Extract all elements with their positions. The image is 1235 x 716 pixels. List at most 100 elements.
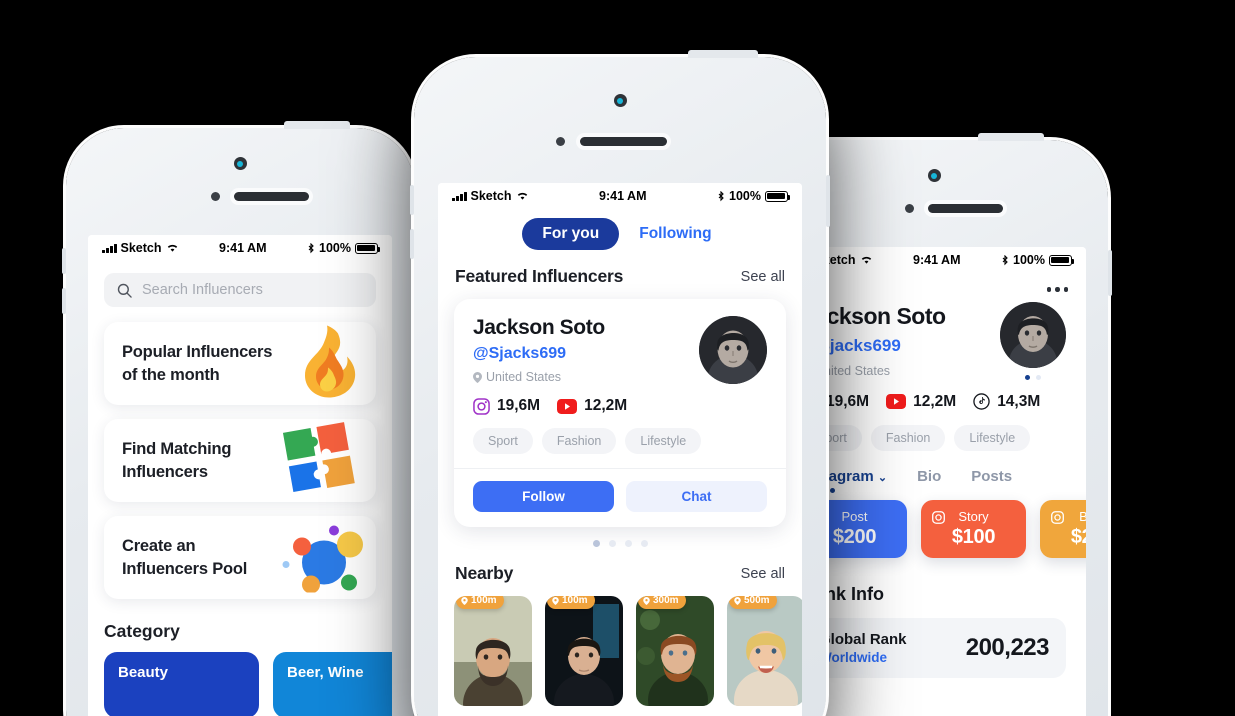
stat-value: 19,6M [826, 392, 870, 410]
bluetooth-icon [1002, 254, 1008, 265]
tag-chip[interactable]: Lifestyle [625, 428, 702, 454]
chat-button[interactable]: Chat [626, 481, 767, 512]
tab-active-dot [830, 487, 835, 493]
tab-following[interactable]: Following [633, 218, 717, 250]
right-profile-stats: 19,6M 12,2M 14,3M [802, 393, 1066, 411]
center-phone-top-button [688, 50, 758, 58]
carousel-dot[interactable] [640, 540, 648, 547]
instagram-icon [1051, 510, 1064, 524]
center-status-bar: Sketch 9:41 AM 100% [438, 183, 802, 209]
category-title: Category [104, 621, 180, 641]
distance-badge: 300m [638, 596, 686, 609]
battery-icon [1048, 254, 1075, 266]
left-phone-screen: Sketch 9:41 AM 100% Search Influencers P… [88, 235, 392, 716]
avatar-pager[interactable] [1000, 374, 1066, 380]
center-phone-speaker-icon [580, 137, 667, 146]
carousel-dot[interactable] [592, 540, 600, 547]
stat-tiktok: 14,3M [973, 393, 1040, 411]
signal-icon [452, 191, 467, 201]
follow-button[interactable]: Follow [473, 481, 614, 512]
tag-chip[interactable]: Fashion [541, 428, 617, 454]
right-phone-camera-icon [927, 169, 941, 182]
signal-icon [102, 243, 117, 253]
bluetooth-icon [718, 190, 724, 201]
wifi-icon [517, 192, 527, 200]
rank-row-global[interactable]: Global Rank Worldwide 200,223 [802, 617, 1066, 678]
nearby-title: Nearby [455, 563, 514, 583]
category-chip-label: Beauty [118, 664, 169, 681]
nearby-card[interactable]: 500m [727, 596, 802, 706]
status-time: 9:41 AM [599, 189, 647, 203]
avatar[interactable] [699, 316, 767, 384]
profile-stats: 19,6M 12,2M [473, 397, 767, 415]
promo-card-matching[interactable]: Find Matching Influencers [104, 419, 376, 502]
stat-youtube: 12,2M [886, 393, 956, 411]
center-phone-camera-icon [613, 94, 627, 107]
tiktok-icon [973, 393, 990, 410]
carousel-dot[interactable] [624, 540, 632, 547]
price-amount: $100 [951, 525, 996, 548]
card-actions: Follow Chat [454, 468, 786, 527]
tag-chip[interactable]: Lifestyle [954, 424, 1031, 451]
avatar[interactable] [1000, 301, 1066, 368]
right-profile-tags: Sport Fashion Lifestyle [802, 424, 1066, 451]
puzzle-icon [282, 420, 362, 501]
category-chip-beauty[interactable]: Beauty [104, 652, 259, 716]
stat-value: 12,2M [584, 397, 628, 414]
pin-icon [643, 596, 650, 605]
nearby-card[interactable]: 100m [454, 596, 532, 706]
price-card-both[interactable]: Both $290 [1040, 499, 1086, 558]
status-time: 9:41 AM [219, 241, 267, 255]
stat-instagram: 19,6M [473, 397, 540, 415]
carousel-pager[interactable] [438, 540, 802, 547]
featured-influencer-card[interactable]: Jackson Soto @Sjacks699 United States 19… [454, 299, 786, 527]
tab-for-you[interactable]: For you [522, 218, 620, 250]
right-phone-speaker-icon [928, 204, 1003, 213]
right-status-bar: Sketch 9:41 AM 100% [782, 247, 1086, 273]
featured-see-all[interactable]: See all [741, 269, 785, 285]
search-input[interactable]: Search Influencers [104, 273, 376, 307]
promo-title-line2: Influencers Pool [122, 559, 248, 578]
youtube-icon [886, 394, 907, 409]
featured-title: Featured Influencers [455, 266, 624, 286]
youtube-icon [557, 398, 578, 414]
distance-label: 100m [562, 596, 588, 606]
promo-card-popular[interactable]: Popular Influencers of the month [104, 322, 376, 405]
profile-location-label: United States [486, 370, 562, 384]
left-phone: Sketch 9:41 AM 100% Search Influencers P… [62, 121, 418, 716]
tag-chip[interactable]: Fashion [870, 424, 946, 451]
tab-posts[interactable]: Posts [971, 468, 1012, 485]
stat-value: 19,6M [497, 397, 541, 414]
distance-label: 500m [744, 596, 770, 606]
search-placeholder: Search Influencers [142, 282, 263, 298]
category-row: Beauty Beer, Wine [88, 652, 392, 716]
carousel-dot[interactable] [608, 540, 616, 547]
nearby-card[interactable]: 100m [545, 596, 623, 706]
profile-tags: Sport Fashion Lifestyle [473, 428, 767, 454]
featured-header: Featured Influencers See all [438, 256, 802, 287]
left-phone-sensor-icon [211, 192, 220, 201]
distance-label: 300m [653, 596, 679, 606]
battery-icon [354, 242, 381, 254]
avatar-dot[interactable] [1036, 374, 1041, 380]
price-label: Post [841, 508, 868, 524]
tag-chip[interactable]: Sport [473, 428, 533, 454]
left-status-bar: Sketch 9:41 AM 100% [88, 235, 392, 261]
right-phone-top-button [978, 133, 1044, 141]
instagram-icon [932, 510, 945, 524]
avatar-dot[interactable] [1025, 374, 1030, 380]
search-icon [117, 283, 132, 298]
center-phone-volume-button-2 [410, 229, 414, 259]
nearby-see-all[interactable]: See all [741, 566, 785, 582]
price-card-story[interactable]: Story $100 [921, 499, 1026, 558]
right-profile-header: Jackson Soto @Sjacks699 United States 19… [782, 292, 1086, 451]
category-chip-beer-wine[interactable]: Beer, Wine [273, 652, 392, 716]
right-phone-power-button [1108, 250, 1112, 296]
promo-card-pool[interactable]: Create an Influencers Pool [104, 516, 376, 599]
left-phone-volume-button-2 [62, 288, 66, 314]
nearby-card[interactable]: 300m [636, 596, 714, 706]
stat-youtube: 12,2M [557, 397, 627, 415]
rank-info-title: Rank Info [802, 583, 885, 604]
more-horizontal-icon[interactable] [782, 273, 1086, 292]
tab-bio[interactable]: Bio [917, 468, 941, 485]
